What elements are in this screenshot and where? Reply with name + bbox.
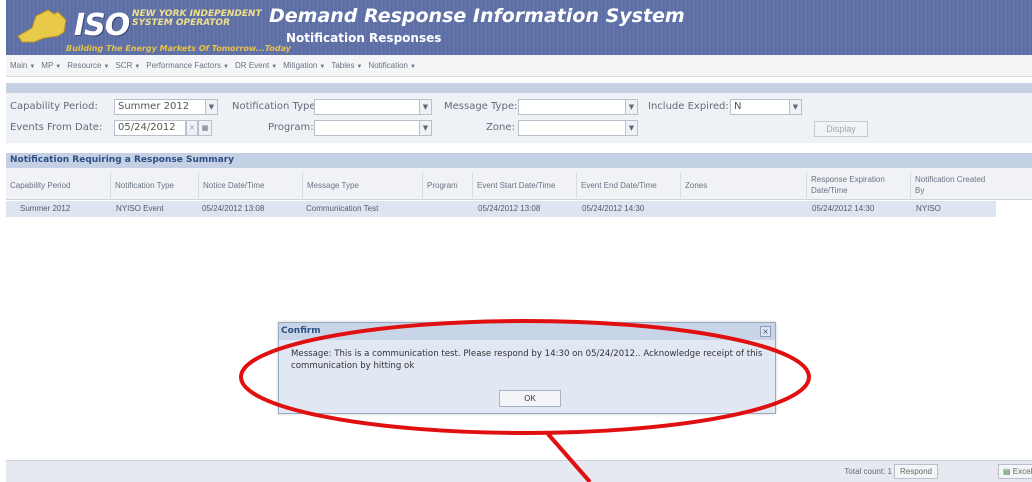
chevron-down-icon: ▼	[134, 64, 141, 70]
confirm-dialog: Confirm × Message: This is a communicati…	[278, 322, 776, 414]
nyiso-logo: ISO NEW YORK INDEPENDENT SYSTEM OPERATOR…	[14, 6, 291, 53]
column-header[interactable]: Zones	[680, 172, 806, 198]
app-window: ISO NEW YORK INDEPENDENT SYSTEM OPERATOR…	[6, 0, 1032, 482]
chevron-down-icon: ▼	[356, 64, 363, 70]
chevron-down-icon: ▼	[29, 64, 36, 70]
new-york-state-shape-icon	[17, 9, 67, 43]
excel-button-label: Excel	[1012, 467, 1032, 476]
main-menu-bar: Main ▼ MP ▼ Resource ▼ SCR ▼ Performance Fac…	[6, 55, 1032, 77]
chevron-down-icon: ▼	[103, 64, 110, 70]
menu-tables[interactable]: Tables ▼	[331, 61, 362, 70]
grid-title: Notification Requiring a Response Summar…	[6, 153, 1032, 168]
cell-event-end: 05/24/2012 14:30	[582, 204, 645, 213]
menu-main[interactable]: Main ▼	[10, 61, 35, 70]
section-divider	[6, 83, 1032, 93]
chevron-down-icon: ▼	[319, 64, 326, 70]
dialog-title: Confirm	[279, 323, 775, 340]
grid-header: Capability Period Notification Type Noti…	[6, 168, 1032, 200]
menu-dr-event[interactable]: DR Event ▼	[235, 61, 277, 70]
menu-label: Main	[10, 61, 28, 70]
chevron-down-icon: ▼	[271, 64, 278, 70]
events-from-date-input[interactable]: 05/24/2012	[114, 120, 186, 136]
column-header[interactable]: Event Start Date/Time	[472, 172, 576, 198]
chevron-down-icon[interactable]: ▼	[626, 99, 638, 115]
include-expired-select[interactable]: N	[730, 99, 790, 115]
cell-notice-date-time: 05/24/2012 13:08	[202, 204, 265, 213]
column-header[interactable]: Notification Type	[110, 172, 198, 198]
capability-period-label: Capability Period:	[10, 101, 98, 112]
menu-label: DR Event	[234, 61, 270, 70]
table-row[interactable]: Summer 2012 NYISO Event 05/24/2012 13:08…	[6, 201, 996, 217]
menu-label: MP	[41, 61, 54, 70]
menu-label: Performance Factors	[146, 61, 221, 70]
program-label: Program:	[268, 122, 314, 133]
column-header[interactable]: Response Expiration Date/Time	[806, 172, 910, 198]
menu-resource[interactable]: Resource ▼	[67, 61, 109, 70]
chevron-down-icon: ▼	[55, 64, 62, 70]
notification-type-select[interactable]	[314, 99, 420, 115]
chevron-down-icon[interactable]: ▼	[420, 99, 432, 115]
cell-notification-type: NYISO Event	[116, 204, 164, 213]
app-header: ISO NEW YORK INDEPENDENT SYSTEM OPERATOR…	[6, 0, 1032, 55]
cell-created-by: NYISO	[916, 204, 941, 213]
chevron-down-icon[interactable]: ▼	[626, 120, 638, 136]
message-type-select[interactable]	[518, 99, 626, 115]
cell-response-expiration: 05/24/2012 14:30	[812, 204, 875, 213]
app-title: Demand Response Information System	[269, 5, 685, 27]
menu-mitigation[interactable]: Mitigation ▼	[283, 61, 325, 70]
column-header[interactable]: Program	[422, 172, 472, 198]
calendar-icon[interactable]: ▦	[198, 120, 212, 136]
notification-type-label: Notification Type:	[232, 101, 319, 112]
chevron-down-icon[interactable]: ▼	[790, 99, 802, 115]
chevron-down-icon[interactable]: ▼	[206, 99, 218, 115]
cell-message-type: Communication Test	[306, 204, 379, 213]
menu-label: Notification	[368, 61, 408, 70]
menu-mp[interactable]: MP ▼	[41, 61, 61, 70]
excel-export-button[interactable]: ▤ Excel	[998, 464, 1032, 479]
chevron-down-icon: ▼	[410, 64, 416, 70]
grid-footer: Total count: 1 Respond ▤ Excel	[6, 460, 1032, 482]
menu-scr[interactable]: SCR ▼	[115, 61, 140, 70]
menu-label: Resource	[67, 61, 102, 70]
program-select[interactable]	[314, 120, 420, 136]
column-header[interactable]: Notice Date/Time	[198, 172, 302, 198]
include-expired-label: Include Expired:	[648, 101, 729, 112]
column-header[interactable]: Event End Date/Time	[576, 172, 680, 198]
display-button[interactable]: Display	[814, 121, 868, 137]
respond-button[interactable]: Respond	[894, 464, 938, 479]
menu-performance-factors[interactable]: Performance Factors ▼	[146, 61, 229, 70]
clear-icon[interactable]: ✕	[186, 120, 198, 136]
menu-label: Tables	[331, 61, 355, 70]
capability-period-select[interactable]: Summer 2012	[114, 99, 206, 115]
events-from-date-label: Events From Date:	[10, 122, 103, 133]
ok-button[interactable]: OK	[499, 390, 561, 407]
menu-label: Mitigation	[283, 61, 318, 70]
chevron-down-icon[interactable]: ▼	[420, 120, 432, 136]
cell-capability-period: Summer 2012	[20, 204, 71, 213]
excel-icon: ▤	[1003, 467, 1013, 476]
cell-event-start: 05/24/2012 13:08	[478, 204, 541, 213]
menu-label: SCR	[115, 61, 133, 70]
close-icon[interactable]: ×	[760, 326, 771, 337]
column-header[interactable]: Notification Created By	[910, 172, 996, 198]
column-header[interactable]: Message Type	[302, 172, 422, 198]
dialog-message: Message: This is a communication test. P…	[291, 349, 763, 371]
logo-tagline: Building The Energy Markets Of Tomorrow.…	[66, 44, 291, 53]
page-subtitle: Notification Responses	[286, 31, 442, 45]
menu-notification[interactable]: Notification ▼	[368, 61, 416, 70]
filter-panel: Capability Period: Summer 2012 ▼ Notific…	[6, 93, 1032, 143]
logo-organization-name: NEW YORK INDEPENDENT SYSTEM OPERATOR	[132, 9, 262, 28]
message-type-label: Message Type:	[444, 101, 518, 112]
logo-iso-text: ISO	[74, 8, 130, 43]
column-header[interactable]: Capability Period	[6, 172, 110, 198]
zone-select[interactable]	[518, 120, 626, 136]
chevron-down-icon: ▼	[223, 64, 229, 70]
zone-label: Zone:	[486, 122, 515, 133]
total-count: Total count: 1	[844, 467, 892, 476]
